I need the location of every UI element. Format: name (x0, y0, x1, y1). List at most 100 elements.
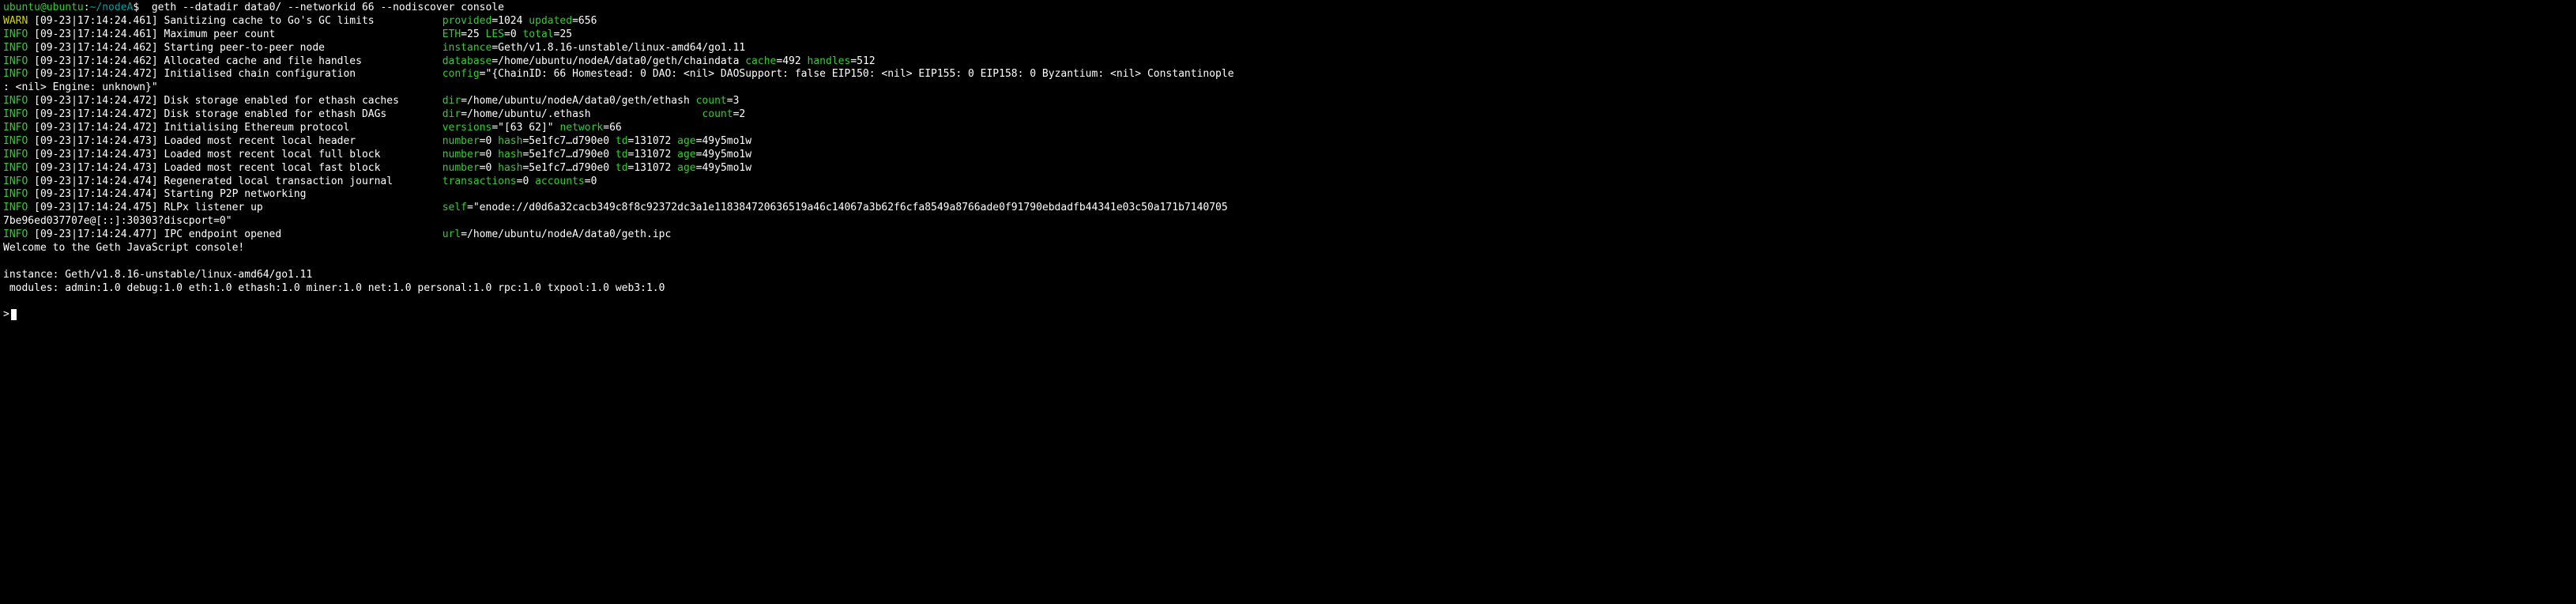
log-kv-key: age (677, 149, 695, 160)
log-level: INFO (3, 55, 28, 67)
log-kv-key: td (616, 135, 628, 147)
log-level: WARN (3, 15, 28, 27)
log-timestamp: [09-23|17:14:24.473] (28, 162, 164, 174)
log-kv-key: dir (443, 95, 461, 107)
log-kv-eq: = (480, 162, 486, 174)
log-message: RLPx listener up (164, 202, 443, 213)
log-kv-value: /home/ubuntu/.ethash (467, 108, 702, 120)
log-kv-value: 512 (857, 55, 875, 67)
log-kv-eq: = (461, 108, 467, 120)
js-prompt-line[interactable]: > (3, 308, 2573, 322)
log-level: INFO (3, 42, 28, 54)
log-kv-key: self (443, 202, 467, 213)
log-kv-key: dir (443, 108, 461, 120)
log-line: WARN [09-23|17:14:24.461] Sanitizing cac… (3, 15, 2573, 28)
log-line: INFO [09-23|17:14:24.474] Starting P2P n… (3, 188, 2573, 202)
log-kv-value: 5e1fc7…d790e0 (529, 135, 616, 147)
log-kv-key: number (443, 135, 480, 147)
log-level: INFO (3, 122, 28, 134)
log-kv-key: hash (498, 149, 522, 160)
log-kv-key: cache (745, 55, 776, 67)
log-kv-key: number (443, 162, 480, 174)
log-line: INFO [09-23|17:14:24.472] Disk storage e… (3, 95, 2573, 108)
log-kv-key: url (443, 228, 461, 240)
log-kv-eq: = (572, 15, 578, 27)
terminal-output[interactable]: ubuntu@ubuntu:~/nodeA$ geth --datadir da… (0, 0, 2576, 323)
log-message: Starting peer-to-peer node (164, 42, 443, 54)
log-kv-value: 66 (609, 122, 622, 134)
log-timestamp: [09-23|17:14:24.461] (28, 15, 164, 27)
log-line: INFO [09-23|17:14:24.472] Initialised ch… (3, 68, 2573, 81)
log-kv-value: 49y5mo1w (702, 135, 751, 147)
log-kv-value: 0 (522, 176, 535, 187)
log-kv-eq: = (585, 176, 591, 187)
log-line: INFO [09-23|17:14:24.477] IPC endpoint o… (3, 228, 2573, 242)
log-kv-eq: = (480, 135, 486, 147)
log-line: INFO [09-23|17:14:24.475] RLPx listener … (3, 202, 2573, 215)
log-kv-key: count (702, 108, 733, 120)
log-line: INFO [09-23|17:14:24.473] Loaded most re… (3, 135, 2573, 149)
prompt-userhost: ubuntu@ubuntu (3, 2, 84, 13)
log-message: Loaded most recent local full block (164, 149, 443, 160)
log-timestamp: [09-23|17:14:24.472] (28, 108, 164, 120)
log-message: Disk storage enabled for ethash DAGs (164, 108, 443, 120)
log-line-continuation: : <nil> Engine: unknown}" (3, 81, 2573, 95)
log-message: Starting P2P networking (164, 188, 307, 200)
log-kv-value: "enode://d0d6a32cacb349c8f8c92372dc3a1e1… (473, 202, 1228, 213)
log-kv-value: 49y5mo1w (702, 149, 751, 160)
welcome-line: Welcome to the Geth JavaScript console! (3, 242, 2573, 255)
log-kv-value: 492 (782, 55, 807, 67)
log-kv-key: provided (443, 15, 492, 27)
log-kv-key: accounts (535, 176, 585, 187)
log-kv-eq: = (491, 42, 498, 54)
log-kv-value: 25 (559, 28, 572, 40)
prompt-cwd: ~/nodeA (90, 2, 134, 13)
log-level: INFO (3, 202, 28, 213)
log-message: Sanitizing cache to Go's GC limits (164, 15, 443, 27)
log-message: Disk storage enabled for ethash caches (164, 95, 443, 107)
log-timestamp: [09-23|17:14:24.474] (28, 188, 164, 200)
log-kv-value: /home/ubuntu/nodeA/data0/geth/chaindata (498, 55, 745, 67)
log-kv-value: 49y5mo1w (702, 162, 751, 174)
log-kv-value: 0 (591, 176, 597, 187)
log-kv-key: td (616, 149, 628, 160)
log-line: INFO [09-23|17:14:24.461] Maximum peer c… (3, 28, 2573, 42)
log-kv-value: 5e1fc7…d790e0 (529, 149, 616, 160)
log-kv-eq: = (461, 95, 467, 107)
log-kv-value: 131072 (634, 149, 677, 160)
log-kv-value: 25 (467, 28, 485, 40)
prompt-dollar: $ (133, 2, 151, 13)
log-kv-value: /home/ubuntu/nodeA/data0/geth/ethash (467, 95, 696, 107)
log-timestamp: [09-23|17:14:24.462] (28, 55, 164, 67)
log-timestamp: [09-23|17:14:24.474] (28, 176, 164, 187)
log-level: INFO (3, 28, 28, 40)
log-line: INFO [09-23|17:14:24.472] Initialising E… (3, 122, 2573, 135)
log-kv-value: 2 (739, 108, 745, 120)
log-kv-key: config (443, 68, 480, 80)
log-line: INFO [09-23|17:14:24.473] Loaded most re… (3, 149, 2573, 162)
blank-line (3, 255, 2573, 269)
log-message: Initialised chain configuration (164, 68, 443, 80)
log-kv-eq: = (480, 68, 486, 80)
log-kv-key: age (677, 162, 695, 174)
log-timestamp: [09-23|17:14:24.472] (28, 122, 164, 134)
log-level: INFO (3, 135, 28, 147)
log-kv-value: 1024 (498, 15, 529, 27)
log-message: Loaded most recent local header (164, 135, 443, 147)
log-kv-eq: = (850, 55, 857, 67)
log-timestamp: [09-23|17:14:24.461] (28, 28, 164, 40)
log-kv-value: 3 (733, 95, 740, 107)
log-timestamp: [09-23|17:14:24.477] (28, 228, 164, 240)
log-kv-key: hash (498, 135, 522, 147)
log-message: IPC endpoint opened (164, 228, 443, 240)
log-kv-key: count (696, 95, 727, 107)
log-timestamp: [09-23|17:14:24.473] (28, 149, 164, 160)
log-kv-key: hash (498, 162, 522, 174)
instance-line: instance: Geth/v1.8.16-unstable/linux-am… (3, 269, 2573, 282)
modules-line: modules: admin:1.0 debug:1.0 eth:1.0 eth… (3, 282, 2573, 296)
log-kv-key: LES (486, 28, 504, 40)
log-line: INFO [09-23|17:14:24.473] Loaded most re… (3, 162, 2573, 176)
prompt-command: geth --datadir data0/ --networkid 66 --n… (152, 2, 504, 13)
log-kv-key: transactions (443, 176, 517, 187)
log-timestamp: [09-23|17:14:24.473] (28, 135, 164, 147)
